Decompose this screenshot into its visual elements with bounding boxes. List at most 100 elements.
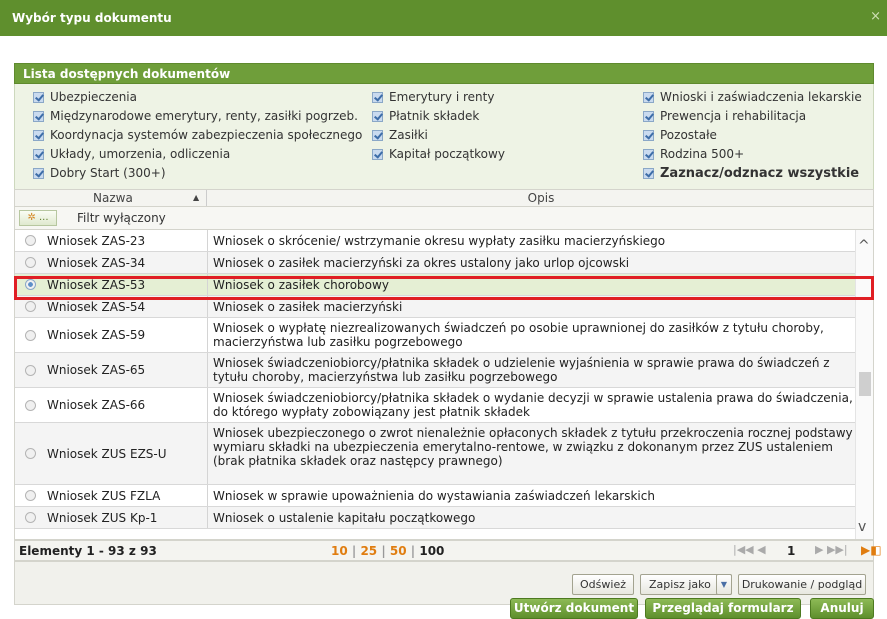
row-radio[interactable] [25,235,36,246]
scroll-down-icon[interactable]: v [858,519,866,535]
checkbox-checked-icon [372,148,383,160]
dialog-titlebar: Wybór typu dokumentu × [0,0,887,36]
item-count: Elementy 1 - 93 z 93 [19,544,157,558]
category-filters: Ubezpieczenia Międzynarodowe emerytury, … [14,84,874,189]
row-radio[interactable] [25,490,36,501]
page-size-100[interactable]: 100 [419,544,444,558]
row-description: Wniosek o wypłatę niezrealizowanych świa… [213,321,824,349]
page-size-50[interactable]: 50 [390,544,407,558]
filter-checkbox[interactable]: Koordynacja systemów zabezpieczenia społ… [33,126,362,144]
table-row[interactable]: Wniosek ZAS-65 Wniosek świadczeniobiorcy… [15,353,871,388]
page-size-25[interactable]: 25 [360,544,377,558]
print-preview-button[interactable]: Drukowanie / podgląd [738,574,866,595]
pagination-bar: Elementy 1 - 93 z 93 10 | 25 | 50 | 100 … [14,540,882,561]
document-table: Wniosek ZAS-23 Wniosek o skrócenie/ wstr… [14,229,874,540]
row-name: Wniosek ZAS-23 [47,234,146,248]
row-name: Wniosek ZAS-65 [47,363,146,377]
filter-bar: ✲ ... Filtr wyłączony [14,207,874,229]
row-radio[interactable] [25,257,36,268]
create-document-button[interactable]: Utwórz dokument [510,598,638,619]
filter-checkbox[interactable]: Międzynarodowe emerytury, renty, zasiłki… [33,107,358,125]
checkbox-checked-icon [33,167,44,179]
close-icon[interactable]: × [870,9,881,24]
sort-ascending-icon[interactable]: ▲ [193,190,199,206]
row-name: Wniosek ZAS-59 [47,328,146,342]
checkbox-checked-icon [33,129,44,141]
row-radio[interactable] [25,448,36,459]
table-header: Nazwa ▲ Opis [14,189,874,207]
filter-checkbox[interactable]: Pozostałe [643,126,717,144]
table-row[interactable]: Wniosek ZAS-23 Wniosek o skrócenie/ wstr… [15,230,871,252]
table-row[interactable]: Wniosek ZAS-54 Wniosek o zasiłek macierz… [15,296,871,318]
export-icon[interactable]: ▶◧ [861,543,882,557]
table-row[interactable]: Wniosek ZUS EZS-U Wniosek ubezpieczonego… [15,423,871,485]
row-description: Wniosek o zasiłek macierzyński za okres … [213,256,630,270]
save-as-dropdown-icon[interactable]: ▼ [716,574,732,595]
checkbox-checked-icon [372,91,383,103]
filter-checkbox[interactable]: Dobry Start (300+) [33,164,166,182]
checkbox-checked-icon [643,129,654,141]
checkbox-checked-icon [33,148,44,160]
row-description: Wniosek w sprawie upoważnienia do wystaw… [213,489,655,503]
row-description: Wniosek świadczeniobiorcy/płatnika skład… [213,391,853,419]
row-name: Wniosek ZAS-54 [47,300,146,314]
table-row[interactable]: Wniosek ZUS Kp-1 Wniosek o ustalenie kap… [15,507,871,529]
row-radio[interactable] [25,301,36,312]
checkbox-checked-icon [643,148,654,160]
filter-checkbox[interactable]: Ubezpieczenia [33,88,137,106]
row-radio[interactable] [25,365,36,376]
row-name: Wniosek ZUS EZS-U [47,447,167,461]
table-row-selected[interactable]: Wniosek ZAS-53 Wniosek o zasiłek chorobo… [15,274,871,296]
row-description: Wniosek o ustalenie kapitału początkoweg… [213,511,476,525]
row-name: Wniosek ZAS-34 [47,256,146,270]
row-radio-selected[interactable] [25,279,36,290]
row-radio[interactable] [25,512,36,523]
table-row[interactable]: Wniosek ZAS-34 Wniosek o zasiłek macierz… [15,252,871,274]
column-header-description[interactable]: Opis [207,190,875,206]
filter-icon: ✲ [27,212,39,223]
row-radio[interactable] [25,330,36,341]
table-row[interactable]: Wniosek ZUS FZLA Wniosek w sprawie upowa… [15,485,871,507]
prev-page-icon[interactable]: |◀◀ ◀ [733,543,766,556]
filter-checkbox[interactable]: Prewencja i rehabilitacja [643,107,806,125]
checkbox-checked-icon [33,110,44,122]
row-name: Wniosek ZUS Kp-1 [47,511,158,525]
scroll-up-icon[interactable]: ^ [858,238,870,254]
filter-checkbox[interactable]: Zasiłki [372,126,428,144]
current-page: 1 [787,544,796,558]
panel-title: Lista dostępnych dokumentów [14,63,874,84]
next-page-icon[interactable]: ▶ ▶▶| [815,543,848,556]
vertical-scrollbar[interactable]: ^ v [855,230,873,539]
filter-checkbox[interactable]: Płatnik składek [372,107,479,125]
filter-checkbox[interactable]: Emerytury i renty [372,88,494,106]
row-name: Wniosek ZAS-66 [47,398,146,412]
refresh-button[interactable]: Odśwież [572,574,634,595]
page-size-10[interactable]: 10 [331,544,348,558]
scroll-thumb[interactable] [859,372,871,396]
checkbox-checked-icon [33,91,44,103]
checkbox-checked-icon [372,110,383,122]
checkbox-checked-icon [643,167,654,179]
page-size-selector: 10 | 25 | 50 | 100 [331,544,445,558]
browse-form-button[interactable]: Przeglądaj formularz [645,598,801,619]
filter-checkbox[interactable]: Wnioski i zaświadczenia lekarskie [643,88,862,106]
filter-checkbox[interactable]: Układy, umorzenia, odliczenia [33,145,230,163]
row-description: Wniosek o zasiłek chorobowy [213,278,389,292]
checkbox-checked-icon [643,91,654,103]
filter-checkbox[interactable]: Kapitał początkowy [372,145,505,163]
row-description: Wniosek ubezpieczonego o zwrot nienależn… [213,426,853,468]
row-name: Wniosek ZUS FZLA [47,489,161,503]
filter-checkbox[interactable]: Rodzina 500+ [643,145,744,163]
dialog-title: Wybór typu dokumentu [12,11,172,25]
row-description: Wniosek o zasiłek macierzyński [213,300,403,314]
select-all-checkbox[interactable]: Zaznacz/odznacz wszystkie [643,164,859,182]
column-header-name[interactable]: Nazwa [15,190,207,206]
cancel-button[interactable]: Anuluj [810,598,874,619]
table-row[interactable]: Wniosek ZAS-66 Wniosek świadczeniobiorcy… [15,388,871,423]
row-radio[interactable] [25,400,36,411]
table-row[interactable]: Wniosek ZAS-59 Wniosek o wypłatę niezrea… [15,318,871,353]
documents-panel: Lista dostępnych dokumentów Ubezpieczeni… [14,63,882,608]
row-name: Wniosek ZAS-53 [47,278,146,292]
filter-button[interactable]: ✲ ... [19,210,57,226]
checkbox-checked-icon [372,129,383,141]
